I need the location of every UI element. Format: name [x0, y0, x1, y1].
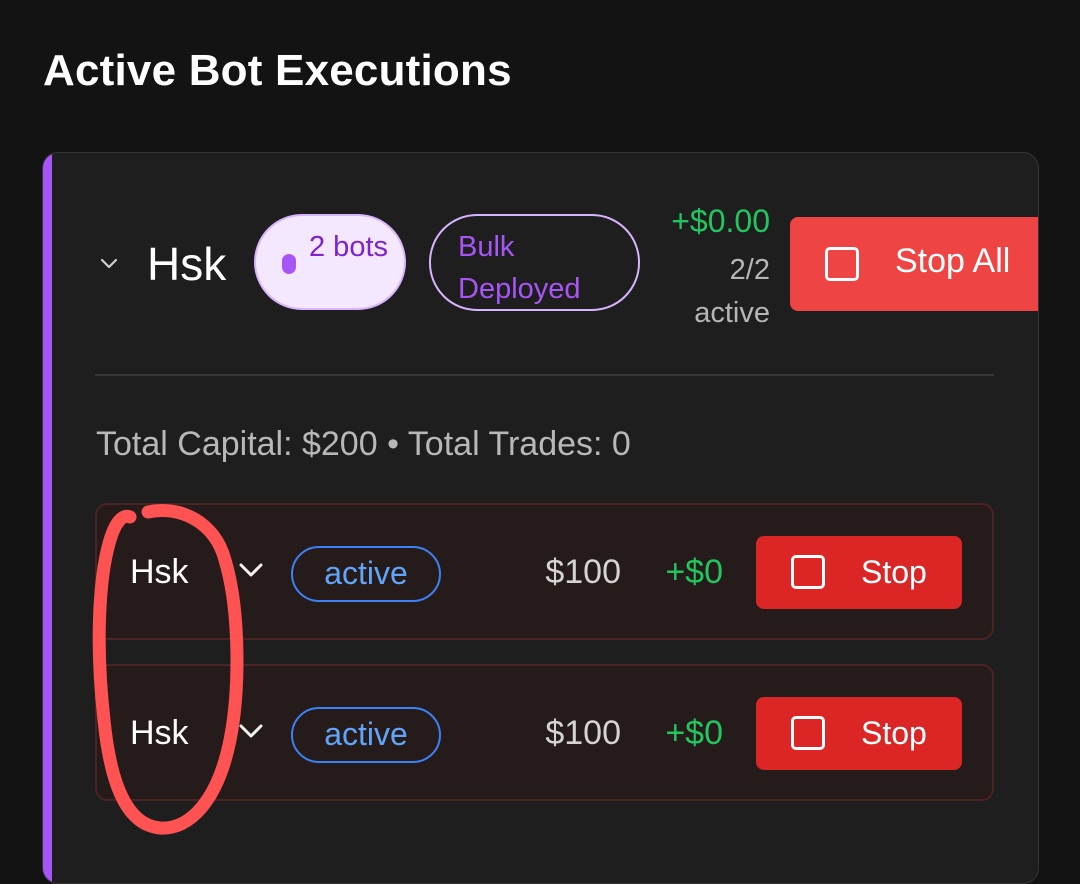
bot-capital: $100 — [545, 714, 621, 752]
stop-bot-button[interactable]: Stop — [756, 536, 962, 609]
bot-expand-chevron-icon[interactable] — [237, 561, 265, 579]
bots-count-badge: 2 bots — [254, 214, 406, 310]
group-active-count: 2/2 active — [694, 254, 770, 329]
bot-name: Hsk — [130, 553, 189, 591]
stop-label: Stop — [861, 554, 927, 590]
bot-row: Hsk active $100 +$0 Stop — [95, 503, 994, 640]
bot-pnl: +$0 — [665, 553, 723, 591]
bot-expand-chevron-icon[interactable] — [237, 722, 265, 740]
bot-row: Hsk active $100 +$0 Stop — [95, 664, 994, 801]
bots-dot-icon — [282, 254, 296, 274]
stop-bot-button[interactable]: Stop — [756, 697, 962, 770]
bots-count-label: 2 bots — [309, 231, 388, 263]
group-name: Hsk — [147, 238, 227, 290]
bot-group-card: Hsk 2 bots Bulk Deployed +$0.00 2/2 acti… — [42, 152, 1039, 884]
stop-square-icon — [791, 716, 825, 750]
stop-all-label: Stop All — [895, 242, 1011, 280]
deploy-type-badge: Bulk Deployed — [429, 214, 640, 311]
stop-square-icon — [825, 247, 859, 281]
page-title: Active Bot Executions — [43, 46, 512, 95]
bot-name: Hsk — [130, 714, 189, 752]
group-total-pnl: +$0.00 — [671, 203, 770, 239]
status-badge: active — [291, 707, 441, 763]
group-summary: Total Capital: $200 • Total Trades: 0 — [96, 425, 631, 463]
stop-all-button[interactable]: Stop All — [790, 217, 1038, 311]
bot-capital: $100 — [545, 553, 621, 591]
stop-square-icon — [791, 555, 825, 589]
group-accent-bar — [43, 153, 52, 883]
stop-label: Stop — [861, 715, 927, 751]
status-badge: active — [291, 546, 441, 602]
deploy-type-label: Bulk Deployed — [458, 231, 581, 305]
group-collapse-chevron-icon[interactable] — [99, 257, 119, 271]
divider — [95, 374, 994, 376]
bot-pnl: +$0 — [665, 714, 723, 752]
